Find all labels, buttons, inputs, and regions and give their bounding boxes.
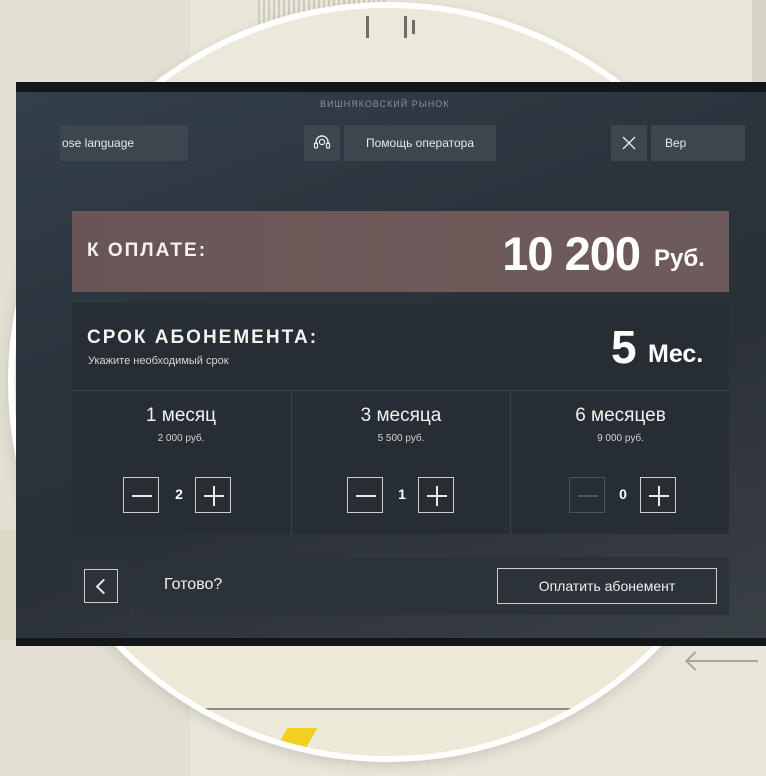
option-name: 1 месяц [145,405,217,426]
close-icon [622,136,636,150]
payment-label: К ОПЛАТЕ: [87,240,208,261]
subscription-hint: Укажите необходимый срок [88,355,229,367]
quantity-stepper: 2 [72,477,290,515]
chevron-left-icon [95,578,112,595]
quantity-value: 0 [619,486,627,502]
option-price: 5 500 руб. [377,433,425,444]
option-6-months: 6 месяцев 9 000 руб. 0 [510,390,730,535]
decrement-button[interactable] [569,477,605,513]
headset-icon[interactable] [304,125,340,161]
market-name: ВИШНЯКОВСКИЙ РЫНОК [320,99,450,109]
quantity-value: 1 [398,486,406,502]
option-name: 3 месяца [360,405,442,426]
subscription-title: СРОК АБОНЕМЕНТА: [87,327,319,348]
ready-label: Готово? [164,576,223,593]
increment-button[interactable] [418,477,454,513]
close-button[interactable] [611,125,647,161]
subscription-months-unit: Мес. [648,340,704,368]
payment-amount: 10 200 [502,227,641,280]
kiosk-tick [366,16,369,38]
choose-language-label: ose language [62,136,135,150]
option-name: 6 месяцев [575,405,666,426]
quantity-stepper: 1 [292,477,510,515]
pay-subscription-button[interactable]: Оплатить абонемент [497,568,717,604]
return-button[interactable]: Вер [651,125,745,161]
kiosk-rail [134,708,674,710]
kiosk-bottom [14,648,762,756]
option-1-month: 1 месяц 2 000 руб. 2 [72,390,290,535]
kiosk-tick [412,20,415,34]
payment-currency: Руб. [654,245,705,272]
increment-button[interactable] [195,477,231,513]
subscription-months-value: 5 [611,321,637,373]
screen-frame-bottom [16,638,766,646]
quantity-value: 2 [175,486,183,502]
kiosk-tick [404,16,407,38]
choose-language-button[interactable]: ose language [60,125,188,161]
option-price: 9 000 руб. [597,433,644,444]
option-3-months: 3 месяца 5 500 руб. 1 [291,390,510,535]
decrement-button[interactable] [347,477,383,513]
quantity-stepper: 0 [511,477,730,515]
option-price: 2 000 руб. [157,433,205,444]
back-button[interactable] [84,569,118,603]
increment-button[interactable] [640,477,676,513]
decrement-button[interactable] [123,477,159,513]
operator-help-button[interactable]: Помощь оператора [344,125,496,161]
screen-frame-top [16,82,766,92]
